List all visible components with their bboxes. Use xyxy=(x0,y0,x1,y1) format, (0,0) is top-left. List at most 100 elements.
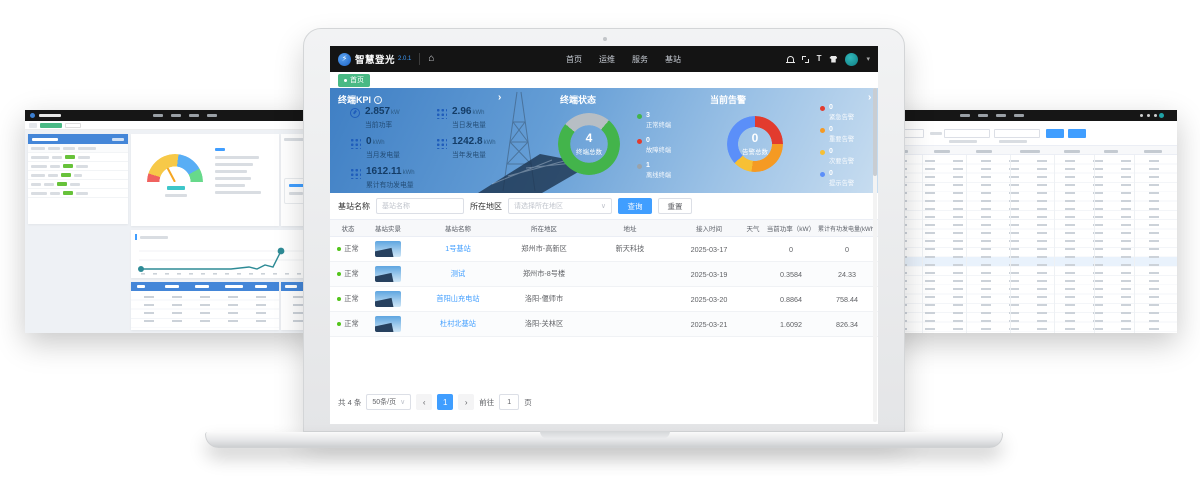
bg-power-curve xyxy=(131,243,317,277)
grid-icon xyxy=(436,138,447,149)
station-photo[interactable] xyxy=(375,241,401,257)
bg-right-body xyxy=(882,121,1177,333)
gray-dot-icon xyxy=(637,164,642,169)
chevron-down-icon: ∨ xyxy=(601,202,606,210)
nav-menu: 首页 运维 服务 基站 xyxy=(566,54,681,65)
alarm-donut: 0 告警总数 xyxy=(727,116,783,172)
nav-item-station[interactable]: 基站 xyxy=(665,54,681,65)
station-link[interactable]: 杜村北基站 xyxy=(440,319,476,329)
kpi-year-energy: 1242.8kWh 当年发电量 xyxy=(436,136,496,159)
navbar-actions: T ▾ xyxy=(787,53,870,66)
major-alarm-icon xyxy=(820,128,825,133)
laptop-base-notch xyxy=(540,431,670,439)
legend-minor-alarm: 0次要告警 xyxy=(820,148,854,165)
hero-banner: 终端KPI i › 终端状态 当前告警 › 2.857kW 当前功率 2.96k… xyxy=(330,88,878,193)
kpi-total-energy: 1612.11kWh 累计有功发电量 xyxy=(350,166,415,189)
grid-icon xyxy=(350,168,361,179)
status-dot-icon xyxy=(337,272,341,276)
alarm-section-title: 当前告警 xyxy=(710,93,746,106)
laptop-base xyxy=(205,432,1003,448)
reset-button[interactable]: 重置 xyxy=(658,198,692,214)
bg-logo-icon xyxy=(30,113,35,118)
station-link[interactable]: 测试 xyxy=(451,269,465,279)
station-table: 状态 基站实景 基站名称 所在地区 地址 接入时间 天气 当前功率（kW） 累计… xyxy=(330,219,878,337)
region-label: 所在地区 xyxy=(470,201,502,212)
kpi-arrow-icon[interactable]: › xyxy=(498,92,501,103)
bg-right-navbar xyxy=(882,110,1177,121)
nav-item-home[interactable]: 首页 xyxy=(566,54,582,65)
top-navbar: ⚡ 智慧登光 2.0.1 ⌂ 首页 运维 服务 基站 T ▾ xyxy=(330,46,878,72)
bg-bottom-table xyxy=(131,282,279,330)
scrollbar[interactable] xyxy=(873,88,877,422)
prev-page-button[interactable]: ‹ xyxy=(416,394,432,410)
breadcrumb-tag-label: 首页 xyxy=(350,75,364,85)
legend-offline-terminal: 1离线终端 xyxy=(637,162,671,179)
app-logo-icon[interactable]: ⚡ xyxy=(338,53,351,66)
breadcrumb-row: 首页 xyxy=(330,72,878,88)
chevron-down-icon: ∨ xyxy=(400,398,405,406)
main-screen: ⚡ 智慧登光 2.0.1 ⌂ 首页 运维 服务 基站 T ▾ 首页 xyxy=(330,46,878,424)
kpi-month-energy: 0kWh 当月发电量 xyxy=(350,136,400,159)
status-dot-icon xyxy=(337,322,341,326)
grid-icon xyxy=(350,138,361,149)
home-icon[interactable]: ⌂ xyxy=(428,54,434,64)
nav-item-ops[interactable]: 运维 xyxy=(599,54,615,65)
station-photo[interactable] xyxy=(375,291,401,307)
tag-dot-icon xyxy=(344,79,347,82)
legend-fault-terminal: 0故障终端 xyxy=(637,137,671,154)
table-row[interactable]: 正常 首阳山充电站 洛阳-偃师市 2025-03-20 0.8864 758.4… xyxy=(330,287,878,312)
search-button[interactable]: 查询 xyxy=(618,198,652,214)
status-dot-icon xyxy=(337,297,341,301)
background-screenshot-right xyxy=(882,110,1177,333)
grid-icon xyxy=(436,108,447,119)
station-name-input[interactable]: 基站名称 xyxy=(376,198,464,214)
station-photo[interactable] xyxy=(375,266,401,282)
status-dot-icon xyxy=(337,247,341,251)
bell-icon[interactable] xyxy=(787,56,794,62)
station-photo[interactable] xyxy=(375,316,401,332)
pagination-total: 共 4 条 xyxy=(338,397,361,408)
next-page-button[interactable]: › xyxy=(458,394,474,410)
alarm-arrow-icon[interactable]: › xyxy=(868,92,871,103)
green-dot-icon xyxy=(637,114,642,119)
bg-terminal-list xyxy=(28,134,128,224)
station-name-label: 基站名称 xyxy=(338,201,370,212)
hint-alarm-icon xyxy=(820,172,825,177)
app-title: 智慧登光 xyxy=(355,52,395,66)
kpi-current-power: 2.857kW 当前功率 xyxy=(350,106,400,129)
bg-left-navbar xyxy=(25,110,320,121)
red-dot-icon xyxy=(637,139,642,144)
background-screenshot-left xyxy=(25,110,320,333)
breadcrumb-tag-home[interactable]: 首页 xyxy=(338,74,370,87)
legend-normal-terminal: 3正常终端 xyxy=(637,112,671,129)
critical-alarm-icon xyxy=(820,106,825,111)
theme-icon[interactable] xyxy=(829,56,837,63)
status-section-title: 终端状态 xyxy=(560,93,596,106)
region-select[interactable]: 请选择所在地区∨ xyxy=(508,198,612,214)
nav-item-service[interactable]: 服务 xyxy=(632,54,648,65)
fullscreen-icon[interactable] xyxy=(802,56,809,63)
chevron-down-icon[interactable]: ▾ xyxy=(866,55,870,63)
bg-avatar xyxy=(1159,113,1164,118)
bg-left-breadcrumb xyxy=(25,121,320,130)
filter-bar: 基站名称 基站名称 所在地区 请选择所在地区∨ 查询 重置 xyxy=(330,193,878,219)
page-1-button[interactable]: 1 xyxy=(437,394,453,410)
kpi-today-energy: 2.96kWh 当日发电量 xyxy=(436,106,486,129)
font-size-icon[interactable]: T xyxy=(817,55,822,63)
laptop-camera xyxy=(603,37,607,41)
table-row[interactable]: 正常 1号基站 郑州市-高新区 新天科技 2025-03-17 0 0 xyxy=(330,237,878,262)
pagination: 共 4 条 50条/页∨ ‹ 1 › 前往 1 页 xyxy=(338,394,532,410)
page-size-select[interactable]: 50条/页∨ xyxy=(366,394,411,410)
navbar-divider xyxy=(419,53,420,65)
table-row[interactable]: 正常 测试 郑州市-8号楼 2025-03-19 0.3584 24.33 xyxy=(330,262,878,287)
info-icon[interactable]: i xyxy=(374,96,382,104)
legend-major-alarm: 0重要告警 xyxy=(820,126,854,143)
station-link[interactable]: 首阳山充电站 xyxy=(436,294,479,304)
app-version: 2.0.1 xyxy=(398,56,411,62)
table-header-row: 状态 基站实景 基站名称 所在地区 地址 接入时间 天气 当前功率（kW） 累计… xyxy=(330,220,878,237)
goto-page-input[interactable]: 1 xyxy=(499,394,519,410)
user-avatar[interactable] xyxy=(845,53,858,66)
table-row[interactable]: 正常 杜村北基站 洛阳-关林区 2025-03-21 1.6092 826.34 xyxy=(330,312,878,337)
station-link[interactable]: 1号基站 xyxy=(445,244,471,254)
scrollbar-thumb[interactable] xyxy=(873,88,877,176)
